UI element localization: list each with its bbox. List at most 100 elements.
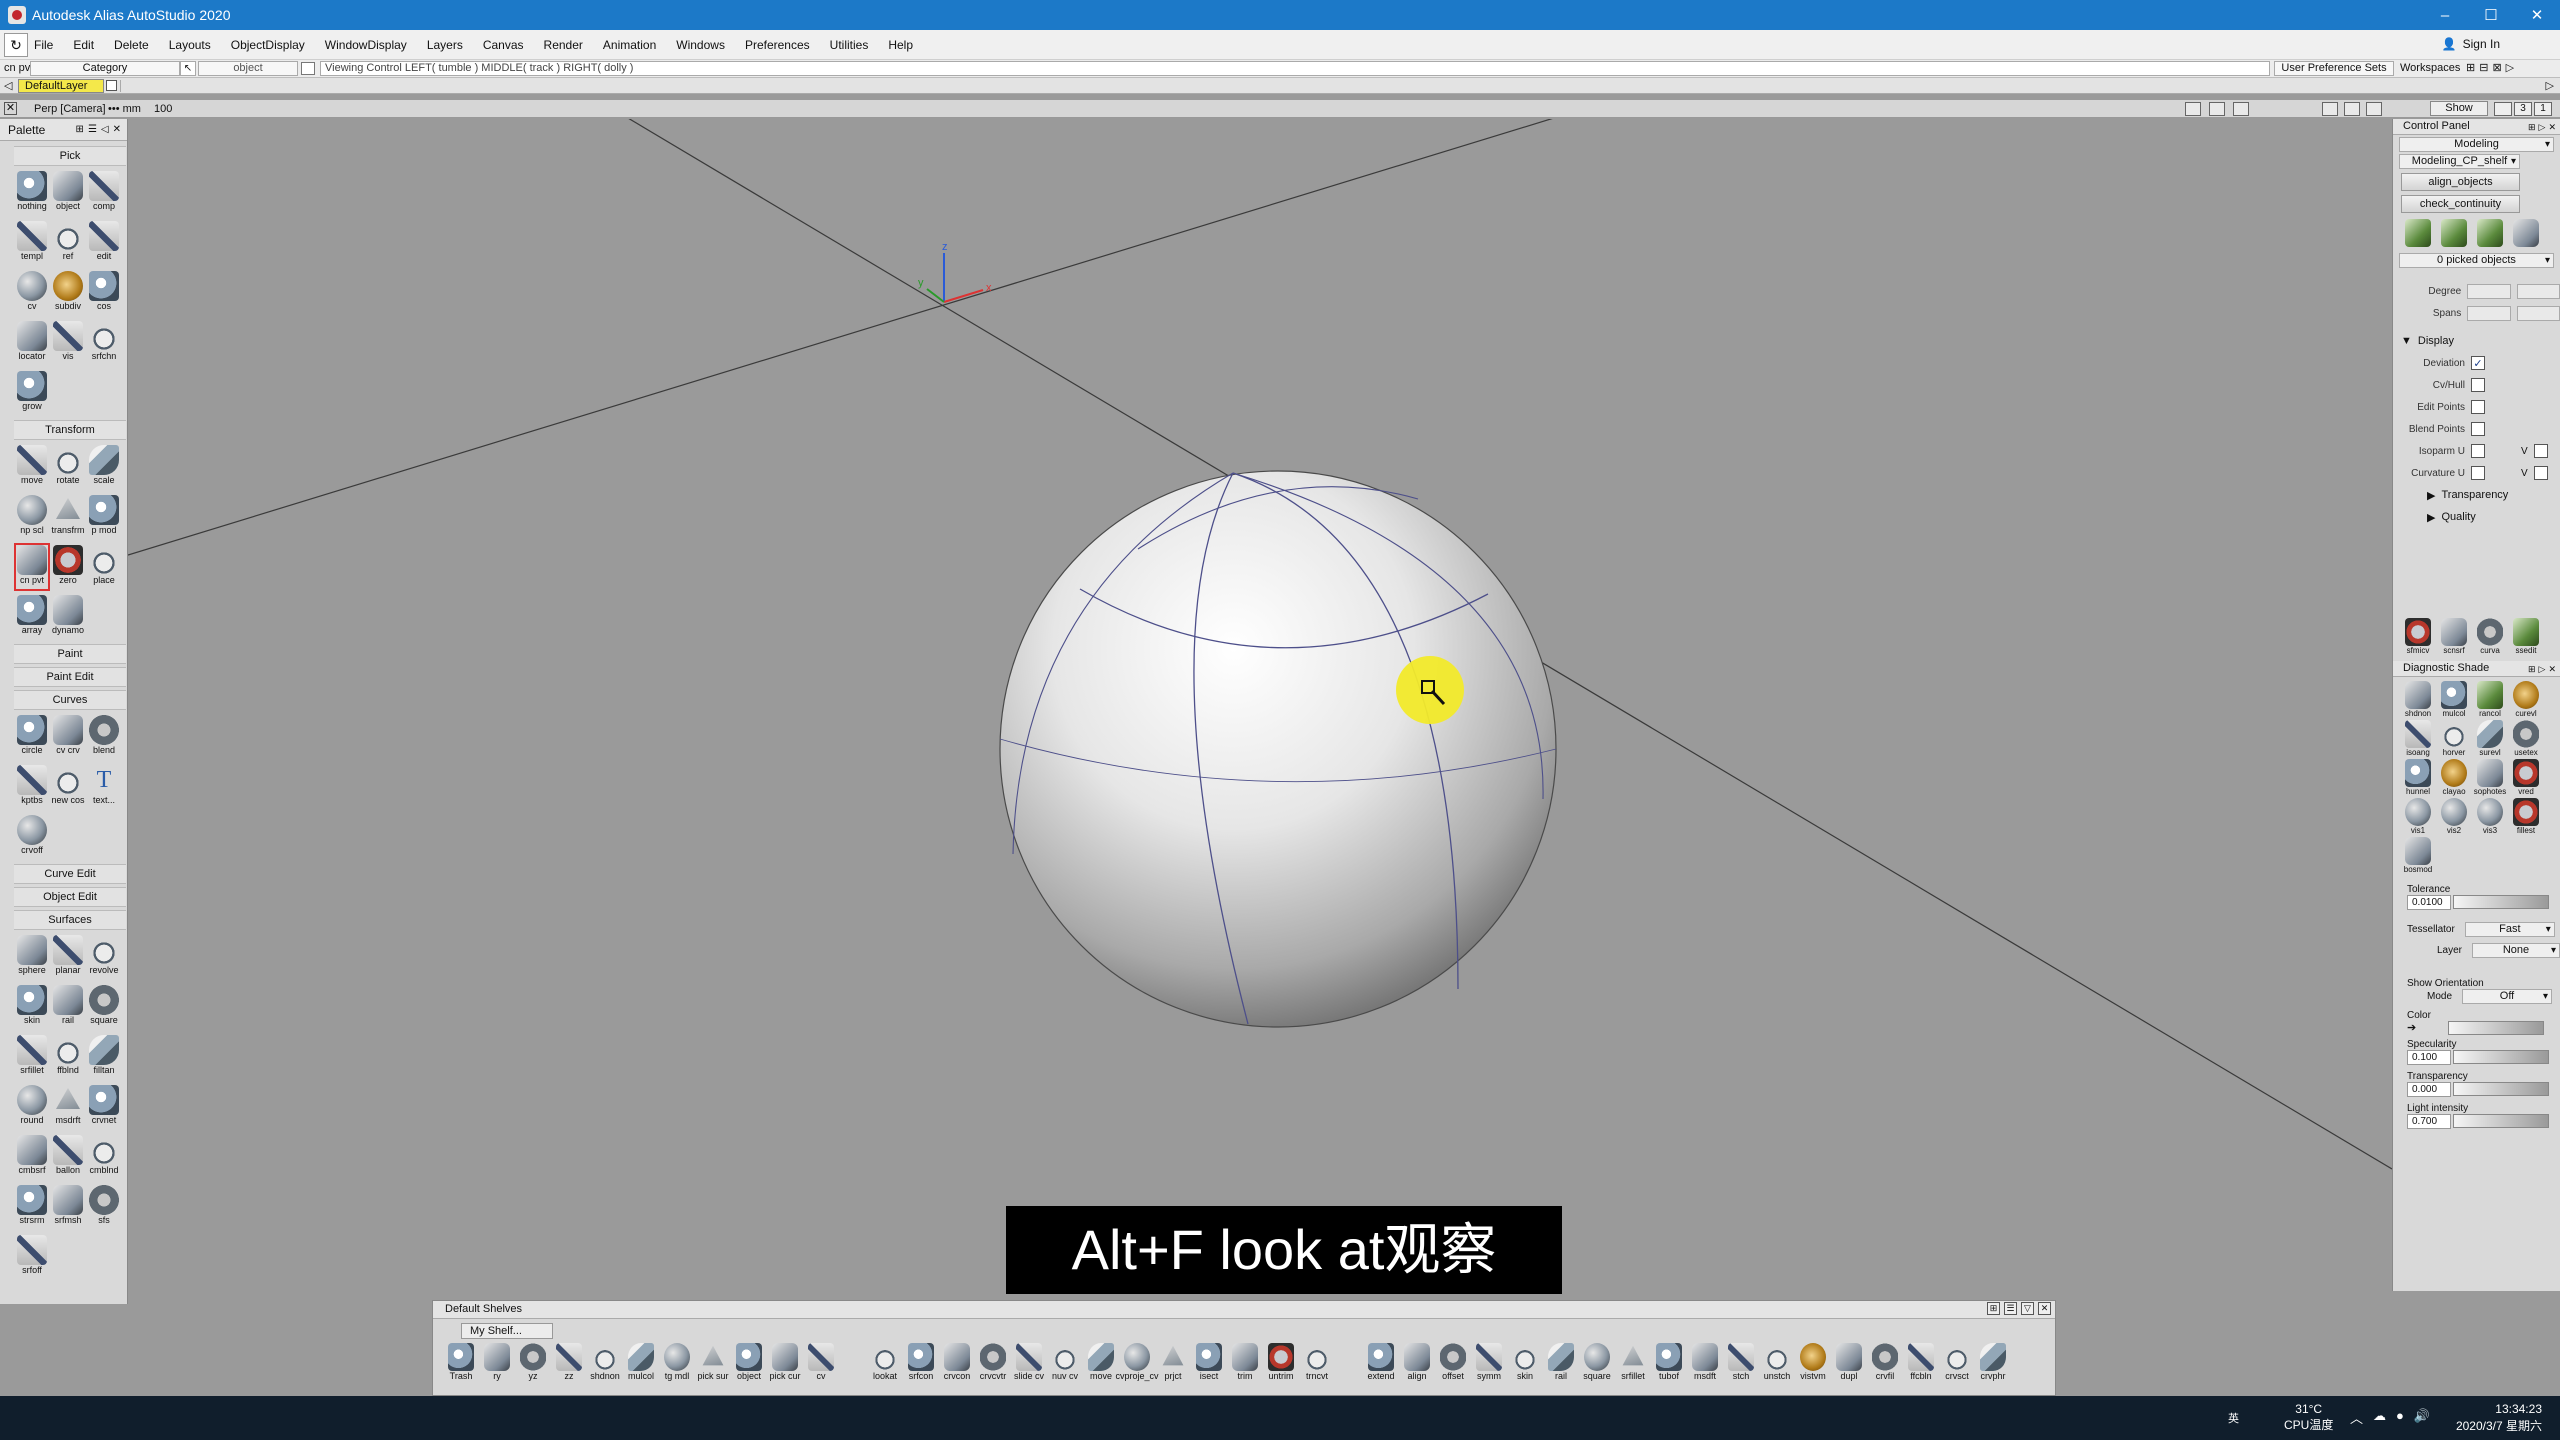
cp-tool-button[interactable]	[2475, 219, 2505, 247]
shelf-tool-square[interactable]: square	[1579, 1343, 1615, 1381]
display-option-checkbox[interactable]	[2471, 444, 2485, 458]
shelf-tool-zz[interactable]: zz	[551, 1343, 587, 1381]
palette-tool-move[interactable]: move	[14, 443, 50, 491]
palette-tool-srfmsh[interactable]: srfmsh	[50, 1183, 86, 1231]
cp-tool-button[interactable]	[2511, 219, 2541, 247]
shelf-dropdown[interactable]: Modeling_CP_shelf	[2399, 154, 2520, 169]
palette-tool-comp[interactable]: comp	[86, 169, 122, 217]
quick-view-button[interactable]: 3	[2514, 102, 2532, 116]
shelf-tool-trncvt[interactable]: trncvt	[1299, 1343, 1335, 1381]
shelf-tool-extend[interactable]: extend	[1363, 1343, 1399, 1381]
palette-tool-zero[interactable]: zero	[50, 543, 86, 591]
shelf-tool-crvfil[interactable]: crvfil	[1867, 1343, 1903, 1381]
cp-tool-curevl[interactable]: curevl	[2511, 681, 2541, 718]
palette-tool-p-mod[interactable]: p mod	[86, 493, 122, 541]
menu-windowdisplay[interactable]: WindowDisplay	[325, 38, 407, 52]
menu-layouts[interactable]: Layouts	[169, 38, 211, 52]
shelf-tool-ffcbln[interactable]: ffcbln	[1903, 1343, 1939, 1381]
palette-tool-filltan[interactable]: filltan	[86, 1033, 122, 1081]
menu-windows[interactable]: Windows	[676, 38, 725, 52]
shelf-tool-rail[interactable]: rail	[1543, 1343, 1579, 1381]
layer-visibility-checkbox[interactable]	[106, 80, 117, 91]
diag-close-icon[interactable]: ✕	[2548, 662, 2556, 677]
palette-tool-round[interactable]: round	[14, 1083, 50, 1131]
transparency-field[interactable]: 0.000	[2407, 1082, 2451, 1097]
palette-tool-nothing[interactable]: nothing	[14, 169, 50, 217]
cp-tool-fillest[interactable]: fillest	[2511, 798, 2541, 835]
cp-tool-button[interactable]	[2439, 219, 2469, 247]
menu-canvas[interactable]: Canvas	[483, 38, 524, 52]
palette-tool-cmbsrf[interactable]: cmbsrf	[14, 1133, 50, 1181]
palette-tool-ballon[interactable]: ballon	[50, 1133, 86, 1181]
menu-delete[interactable]: Delete	[114, 38, 149, 52]
menu-help[interactable]: Help	[888, 38, 913, 52]
palette-tool-sphere[interactable]: sphere	[14, 933, 50, 981]
shelf-menu-icon[interactable]: ☰	[2004, 1302, 2017, 1315]
palette-tool-sfs[interactable]: sfs	[86, 1183, 122, 1231]
default-layer-button[interactable]: DefaultLayer	[18, 79, 104, 93]
shelf-tool-symm[interactable]: symm	[1471, 1343, 1507, 1381]
minimize-button[interactable]: –	[2422, 0, 2468, 30]
palette-tool-msdrft[interactable]: msdrft	[50, 1083, 86, 1131]
palette-tool-revolve[interactable]: revolve	[86, 933, 122, 981]
shelf-tool-move[interactable]: move	[1083, 1343, 1119, 1381]
palette-pin-icon[interactable]: ⊞	[76, 124, 84, 135]
cp-tool-vis3[interactable]: vis3	[2475, 798, 2505, 835]
shelf-tool-object[interactable]: object	[731, 1343, 767, 1381]
palette-section-paint[interactable]: Paint	[14, 644, 126, 664]
palette-tool-crvoff[interactable]: crvoff	[14, 813, 50, 861]
view-camera-icon[interactable]	[2185, 102, 2201, 116]
menu-utilities[interactable]: Utilities	[830, 38, 869, 52]
view-close-icon[interactable]: ✕	[4, 102, 17, 115]
palette-tool-square[interactable]: square	[86, 983, 122, 1031]
v-direction-checkbox[interactable]	[2533, 444, 2548, 458]
shelf-tool-srfcon[interactable]: srfcon	[903, 1343, 939, 1381]
mode-dropdown[interactable]: Modeling	[2399, 137, 2554, 152]
specularity-field[interactable]: 0.100	[2407, 1050, 2451, 1065]
shelf-collapse-icon[interactable]: ▽	[2021, 1302, 2034, 1315]
palette-section-paint-edit[interactable]: Paint Edit	[14, 667, 126, 687]
shelf-tool-trim[interactable]: trim	[1227, 1343, 1263, 1381]
palette-section-surfaces[interactable]: Surfaces	[14, 910, 126, 930]
cp-tool-sophotes[interactable]: sophotes	[2474, 759, 2506, 796]
shelf-tool-srfillet[interactable]: srfillet	[1615, 1343, 1651, 1381]
display-option-checkbox[interactable]: ✓	[2471, 356, 2485, 370]
display-option-checkbox[interactable]	[2471, 378, 2485, 392]
shelf-pin-icon[interactable]: ⊞	[1987, 1302, 2000, 1315]
shelf-tool-shdnon[interactable]: shdnon	[587, 1343, 623, 1381]
palette-tool-kptbs[interactable]: kptbs	[14, 763, 50, 811]
cp-tool-mulcol[interactable]: mulcol	[2439, 681, 2469, 718]
cp-tool-horver[interactable]: horver	[2439, 720, 2469, 757]
cp-tool-scnsrf[interactable]: scnsrf	[2439, 618, 2469, 655]
sign-in-button[interactable]: 👤 Sign In	[2442, 37, 2500, 51]
palette-section-pick[interactable]: Pick	[14, 146, 126, 166]
tray-expand-icon[interactable]: ︿	[2350, 1408, 2363, 1427]
specularity-slider[interactable]	[2453, 1050, 2549, 1064]
palette-tool-srfoff[interactable]: srfoff	[14, 1233, 50, 1281]
view-display-icon[interactable]	[2209, 102, 2225, 116]
tolerance-slider[interactable]	[2453, 895, 2549, 909]
shelf-tool-trash[interactable]: Trash	[443, 1343, 479, 1381]
spans-field[interactable]	[2467, 305, 2511, 321]
shelf-tool-cv[interactable]: cv	[803, 1343, 839, 1381]
cp-tool-button[interactable]	[2403, 219, 2433, 247]
layer-dropdown[interactable]: None	[2472, 943, 2560, 958]
view-zoom-icon[interactable]	[2233, 102, 2249, 116]
shelf-tool-crvcon[interactable]: crvcon	[939, 1343, 975, 1381]
palette-tool-cos[interactable]: cos	[86, 269, 122, 317]
cp-tool-ssedit[interactable]: ssedit	[2511, 618, 2541, 655]
wechat-icon[interactable]: ●	[2396, 1408, 2404, 1427]
workspace-icon-3[interactable]: ⊠	[2492, 61, 2501, 74]
palette-tool-grow[interactable]: grow	[14, 369, 50, 417]
display-option-checkbox[interactable]	[2471, 400, 2485, 414]
palette-tool-circle[interactable]: circle	[14, 713, 50, 761]
palette-tool-srfillet[interactable]: srfillet	[14, 1033, 50, 1081]
diag-pin-icon[interactable]: ⊞	[2528, 662, 2536, 677]
shelf-tab-my-shelf[interactable]: My Shelf...	[461, 1323, 553, 1339]
palette-tool-subdiv[interactable]: subdiv	[50, 269, 86, 317]
palette-tool-array[interactable]: array	[14, 593, 50, 641]
cp-tool-hunnel[interactable]: hunnel	[2403, 759, 2433, 796]
shelf-tool-dupl[interactable]: dupl	[1831, 1343, 1867, 1381]
cp-tool-rancol[interactable]: rancol	[2475, 681, 2505, 718]
shelf-tool-untrim[interactable]: untrim	[1263, 1343, 1299, 1381]
